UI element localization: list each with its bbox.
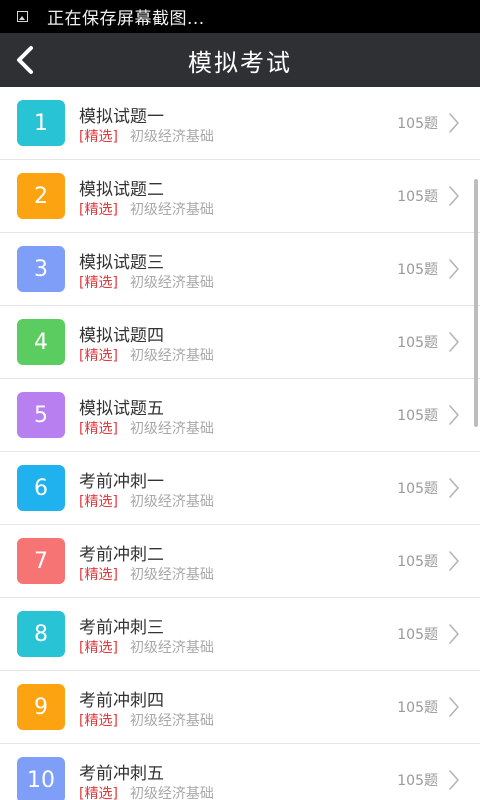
list-item[interactable]: 2 模拟试题二 [精选] 初级经济基础 105题 bbox=[0, 160, 480, 233]
chevron-right-icon bbox=[449, 332, 459, 352]
status-notification-text: 正在保存屏幕截图... bbox=[47, 9, 205, 29]
number-badge: 9 bbox=[17, 684, 65, 730]
subject-label: 初级经济基础 bbox=[129, 348, 214, 364]
item-subtitle: [精选] 初级经济基础 bbox=[79, 345, 214, 365]
list-item[interactable]: 3 模拟试题三 [精选] 初级经济基础 105题 bbox=[0, 233, 480, 306]
item-title: 模拟试题五 bbox=[79, 399, 164, 419]
subject-label: 初级经济基础 bbox=[129, 567, 214, 583]
featured-tag: [精选] bbox=[79, 640, 118, 656]
list-item[interactable]: 1 模拟试题一 [精选] 初级经济基础 105题 bbox=[0, 87, 480, 160]
list-item[interactable]: 6 考前冲刺一 [精选] 初级经济基础 105题 bbox=[0, 452, 480, 525]
chevron-right-icon bbox=[449, 405, 459, 425]
question-count: 105题 bbox=[397, 189, 438, 205]
number-badge: 4 bbox=[17, 319, 65, 365]
featured-tag: [精选] bbox=[79, 494, 118, 510]
number-badge: 6 bbox=[17, 465, 65, 511]
number-badge: 7 bbox=[17, 538, 65, 584]
subject-label: 初级经济基础 bbox=[129, 786, 214, 800]
question-count: 105题 bbox=[397, 554, 438, 570]
number-badge: 10 bbox=[17, 757, 65, 800]
item-title: 模拟试题一 bbox=[79, 107, 164, 127]
chevron-right-icon bbox=[449, 624, 459, 644]
chevron-right-icon bbox=[449, 551, 459, 571]
app-header: 模拟考试 bbox=[0, 33, 480, 87]
item-subtitle: [精选] 初级经济基础 bbox=[79, 564, 214, 584]
item-title: 模拟试题二 bbox=[79, 180, 164, 200]
chevron-right-icon bbox=[449, 478, 459, 498]
question-count: 105题 bbox=[397, 700, 438, 716]
question-count: 105题 bbox=[397, 627, 438, 643]
number-badge: 3 bbox=[17, 246, 65, 292]
number-badge: 1 bbox=[17, 100, 65, 146]
question-count: 105题 bbox=[397, 481, 438, 497]
back-button[interactable] bbox=[14, 45, 38, 75]
item-title: 考前冲刺二 bbox=[79, 545, 164, 565]
item-title: 考前冲刺五 bbox=[79, 764, 164, 784]
list-item[interactable]: 10 考前冲刺五 [精选] 初级经济基础 105题 bbox=[0, 744, 480, 800]
exam-list[interactable]: 1 模拟试题一 [精选] 初级经济基础 105题 2 模拟试题二 [精选] 初级经济基础 105题… bbox=[0, 87, 480, 800]
featured-tag: [精选] bbox=[79, 567, 118, 583]
subject-label: 初级经济基础 bbox=[129, 640, 214, 656]
featured-tag: [精选] bbox=[79, 129, 118, 145]
item-subtitle: [精选] 初级经济基础 bbox=[79, 418, 214, 438]
question-count: 105题 bbox=[397, 262, 438, 278]
page-title: 模拟考试 bbox=[188, 48, 292, 77]
image-icon bbox=[17, 11, 28, 22]
item-subtitle: [精选] 初级经济基础 bbox=[79, 491, 214, 511]
featured-tag: [精选] bbox=[79, 713, 118, 729]
item-subtitle: [精选] 初级经济基础 bbox=[79, 783, 214, 800]
subject-label: 初级经济基础 bbox=[129, 713, 214, 729]
item-subtitle: [精选] 初级经济基础 bbox=[79, 272, 214, 292]
item-title: 模拟试题四 bbox=[79, 326, 164, 346]
featured-tag: [精选] bbox=[79, 421, 118, 437]
list-item[interactable]: 7 考前冲刺二 [精选] 初级经济基础 105题 bbox=[0, 525, 480, 598]
number-badge: 5 bbox=[17, 392, 65, 438]
chevron-right-icon bbox=[449, 770, 459, 790]
featured-tag: [精选] bbox=[79, 348, 118, 364]
subject-label: 初级经济基础 bbox=[129, 129, 214, 145]
featured-tag: [精选] bbox=[79, 202, 118, 218]
question-count: 105题 bbox=[397, 408, 438, 424]
item-title: 考前冲刺三 bbox=[79, 618, 164, 638]
subject-label: 初级经济基础 bbox=[129, 421, 214, 437]
chevron-right-icon bbox=[449, 113, 459, 133]
featured-tag: [精选] bbox=[79, 786, 118, 800]
list-item[interactable]: 8 考前冲刺三 [精选] 初级经济基础 105题 bbox=[0, 598, 480, 671]
list-item[interactable]: 5 模拟试题五 [精选] 初级经济基础 105题 bbox=[0, 379, 480, 452]
item-title: 考前冲刺四 bbox=[79, 691, 164, 711]
featured-tag: [精选] bbox=[79, 275, 118, 291]
item-title: 考前冲刺一 bbox=[79, 472, 164, 492]
item-subtitle: [精选] 初级经济基础 bbox=[79, 199, 214, 219]
scrollbar[interactable] bbox=[474, 179, 478, 427]
number-badge: 8 bbox=[17, 611, 65, 657]
subject-label: 初级经济基础 bbox=[129, 494, 214, 510]
item-subtitle: [精选] 初级经济基础 bbox=[79, 637, 214, 657]
number-badge: 2 bbox=[17, 173, 65, 219]
subject-label: 初级经济基础 bbox=[129, 275, 214, 291]
list-item[interactable]: 9 考前冲刺四 [精选] 初级经济基础 105题 bbox=[0, 671, 480, 744]
chevron-right-icon bbox=[449, 697, 459, 717]
question-count: 105题 bbox=[397, 335, 438, 351]
item-title: 模拟试题三 bbox=[79, 253, 164, 273]
item-subtitle: [精选] 初级经济基础 bbox=[79, 126, 214, 146]
list-item[interactable]: 4 模拟试题四 [精选] 初级经济基础 105题 bbox=[0, 306, 480, 379]
chevron-right-icon bbox=[449, 186, 459, 206]
chevron-left-icon bbox=[17, 46, 33, 74]
item-subtitle: [精选] 初级经济基础 bbox=[79, 710, 214, 730]
status-bar: 正在保存屏幕截图... bbox=[0, 0, 480, 33]
subject-label: 初级经济基础 bbox=[129, 202, 214, 218]
question-count: 105题 bbox=[397, 116, 438, 132]
chevron-right-icon bbox=[449, 259, 459, 279]
question-count: 105题 bbox=[397, 773, 438, 789]
